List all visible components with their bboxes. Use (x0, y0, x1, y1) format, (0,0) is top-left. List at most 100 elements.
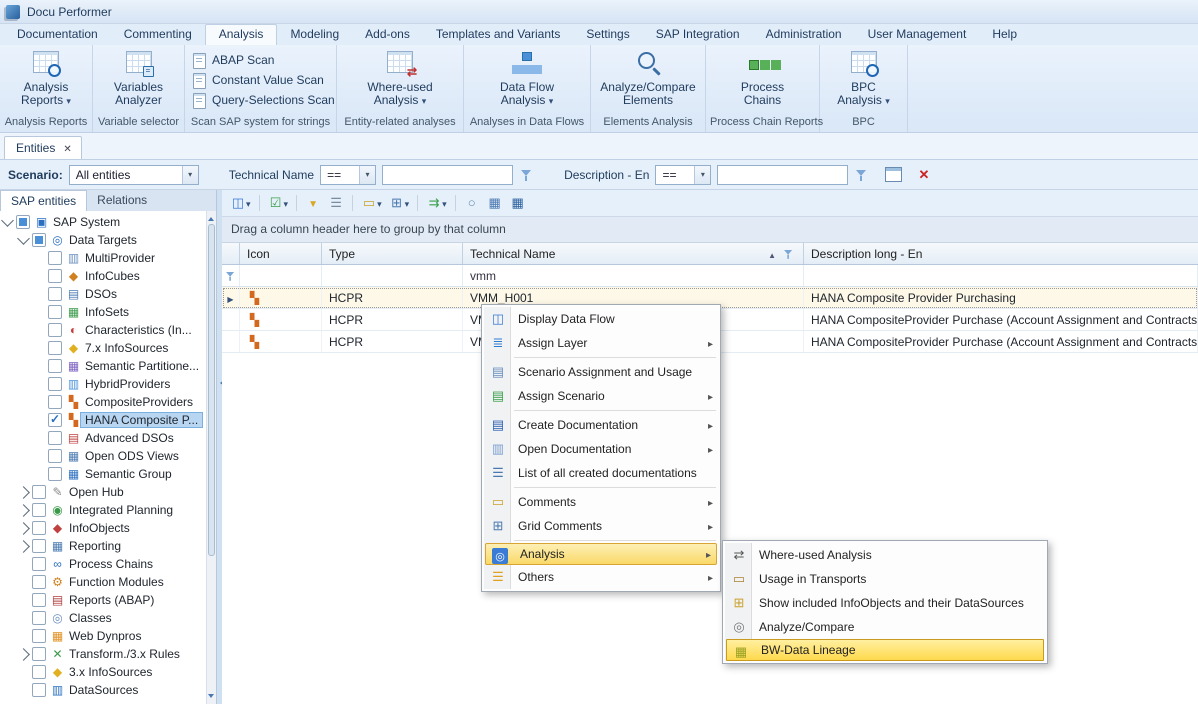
query-selections-scan-button[interactable]: Query-Selections Scan (191, 92, 335, 108)
cell-type[interactable]: HCPR (322, 331, 463, 352)
tree-item-7x-infosources[interactable]: 7.x InfoSources (0, 339, 206, 357)
submenu-item-where-used-analysis[interactable]: Where-used Analysis (725, 543, 1045, 567)
tree-item-semantic-partitioned[interactable]: Semantic Partitione... (0, 357, 206, 375)
checkbox[interactable] (32, 485, 46, 499)
server-toolbar-button[interactable] (325, 193, 347, 213)
chevron-down-icon[interactable] (359, 166, 375, 184)
menu-item-analysis[interactable]: Analysis (485, 543, 717, 565)
ribbon-tab-commenting[interactable]: Commenting (111, 24, 205, 45)
checkbox[interactable] (32, 539, 46, 553)
refresh-toolbar-button[interactable] (461, 193, 483, 213)
filter-cell-technical-name[interactable]: vmm (463, 265, 804, 286)
checkbox[interactable] (48, 413, 62, 427)
technical-name-operator-combobox[interactable]: == (320, 165, 376, 185)
chevron-down-icon[interactable] (182, 166, 198, 184)
checkbox[interactable] (32, 503, 46, 517)
ribbon-tab-administration[interactable]: Administration (753, 24, 855, 45)
close-tab-icon[interactable] (63, 141, 71, 155)
description-operator-combobox[interactable]: == (655, 165, 711, 185)
data-flow-analysis-button[interactable]: Data Flow Analysis (485, 49, 569, 109)
tree-item-infocubes[interactable]: InfoCubes (0, 267, 206, 285)
tree-item-process-chains[interactable]: Process Chains (0, 555, 206, 573)
tree-item-multiprovider[interactable]: MultiProvider (0, 249, 206, 267)
cell-type[interactable]: HCPR (322, 287, 463, 308)
checkbox[interactable] (48, 377, 62, 391)
clear-filter-icon[interactable] (918, 167, 929, 183)
checkbox[interactable] (32, 575, 46, 589)
checkbox[interactable] (32, 593, 46, 607)
filter-cell-type[interactable] (322, 265, 463, 286)
menu-item-comments[interactable]: Comments (484, 490, 718, 514)
variables-analyzer-button[interactable]: Variables Analyzer (93, 49, 184, 108)
assign-toolbar-button[interactable] (423, 193, 450, 213)
tab-sap-entities[interactable]: SAP entities (0, 190, 87, 211)
menu-item-display-data-flow[interactable]: Display Data Flow (484, 307, 718, 331)
column-header-technical-name[interactable]: Technical Name (463, 243, 804, 264)
scrollbar-thumb[interactable] (208, 224, 215, 556)
menu-item-open-documentation[interactable]: Open Documentation (484, 437, 718, 461)
ribbon-tab-user-management[interactable]: User Management (855, 24, 980, 45)
tree-item-open-hub[interactable]: Open Hub (0, 483, 206, 501)
analysis-reports-button[interactable]: Analysis Reports (0, 49, 92, 109)
checkbox[interactable] (32, 665, 46, 679)
checkbox[interactable] (32, 611, 46, 625)
filter-cell-description[interactable] (804, 265, 1198, 286)
menu-item-list-of-all-created-documentations[interactable]: List of all created documentations (484, 461, 718, 485)
ribbon-tab-modeling[interactable]: Modeling (277, 24, 352, 45)
cell-type[interactable]: HCPR (322, 309, 463, 330)
abap-scan-button[interactable]: ABAP Scan (191, 52, 274, 68)
menu-item-create-documentation[interactable]: Create Documentation (484, 413, 718, 437)
column-filter-icon[interactable] (783, 247, 795, 260)
checkbox[interactable] (48, 359, 62, 373)
expander-icon[interactable] (1, 214, 14, 227)
process-chains-button[interactable]: Process Chains (726, 49, 800, 108)
checkbox[interactable] (48, 251, 62, 265)
technical-name-filter-input[interactable] (382, 165, 513, 185)
menu-item-assign-layer[interactable]: Assign Layer (484, 331, 718, 355)
where-used-analysis-button[interactable]: Where-used Analysis (355, 49, 445, 109)
ribbon-tab-documentation[interactable]: Documentation (4, 24, 111, 45)
submenu-item-show-included-infoobjects[interactable]: Show included InfoObjects and their Data… (725, 591, 1045, 615)
checkbox[interactable] (32, 521, 46, 535)
constant-value-scan-button[interactable]: Constant Value Scan (191, 72, 324, 88)
tab-entities[interactable]: Entities (4, 136, 82, 159)
checkbox[interactable] (48, 269, 62, 283)
chevron-down-icon[interactable] (694, 166, 710, 184)
create-documentation-toolbar-button[interactable] (227, 193, 254, 213)
tree-item-sap-system[interactable]: SAP System (0, 213, 206, 231)
tree-item-classes[interactable]: Classes (0, 609, 206, 627)
ribbon-tab-add-ons[interactable]: Add-ons (352, 24, 423, 45)
cell-description[interactable]: HANA CompositeProvider Purchase (Account… (804, 331, 1198, 352)
tree-scrollbar[interactable] (206, 211, 216, 704)
checkbox[interactable] (32, 233, 46, 247)
tree-item-characteristics[interactable]: Characteristics (In... (0, 321, 206, 339)
doc-check-toolbar-button[interactable] (265, 193, 292, 213)
tree-item-integrated-planning[interactable]: Integrated Planning (0, 501, 206, 519)
cell-icon[interactable] (240, 331, 322, 352)
tree-item-dsos[interactable]: DSOs (0, 285, 206, 303)
menu-item-assign-scenario[interactable]: Assign Scenario (484, 384, 718, 408)
tree-item-advanced-dsos[interactable]: Advanced DSOs (0, 429, 206, 447)
tree-item-infosets[interactable]: InfoSets (0, 303, 206, 321)
tree-item-transform-3x-rules[interactable]: Transform./3.x Rules (0, 645, 206, 663)
layout-icon[interactable] (885, 167, 902, 182)
ribbon-tab-help[interactable]: Help (979, 24, 1030, 45)
menu-item-others[interactable]: Others (484, 565, 718, 589)
bpc-analysis-button[interactable]: BPC Analysis (831, 49, 897, 109)
expander-icon[interactable] (17, 522, 30, 535)
tree-item-open-ods-views[interactable]: Open ODS Views (0, 447, 206, 465)
tree-item-compositeproviders[interactable]: CompositeProviders (0, 393, 206, 411)
tree-item-hybridproviders[interactable]: HybridProviders (0, 375, 206, 393)
table-export-toolbar-button[interactable] (484, 193, 506, 213)
expander-icon[interactable] (17, 540, 30, 553)
checkbox[interactable] (48, 323, 62, 337)
grid-comments-toolbar-button[interactable] (386, 193, 413, 213)
cell-description[interactable]: HANA Composite Provider Purchasing (804, 287, 1198, 308)
analyze-compare-elements-button[interactable]: Analyze/Compare Elements (594, 49, 702, 108)
tree-item-infoobjects[interactable]: InfoObjects (0, 519, 206, 537)
submenu-item-bw-data-lineage[interactable]: BW-Data Lineage (726, 639, 1044, 661)
checkbox[interactable] (32, 629, 46, 643)
ribbon-tab-sap-integration[interactable]: SAP Integration (643, 24, 753, 45)
filter-cell-icon[interactable] (240, 265, 322, 286)
cell-description[interactable]: HANA CompositeProvider Purchase (Account… (804, 309, 1198, 330)
